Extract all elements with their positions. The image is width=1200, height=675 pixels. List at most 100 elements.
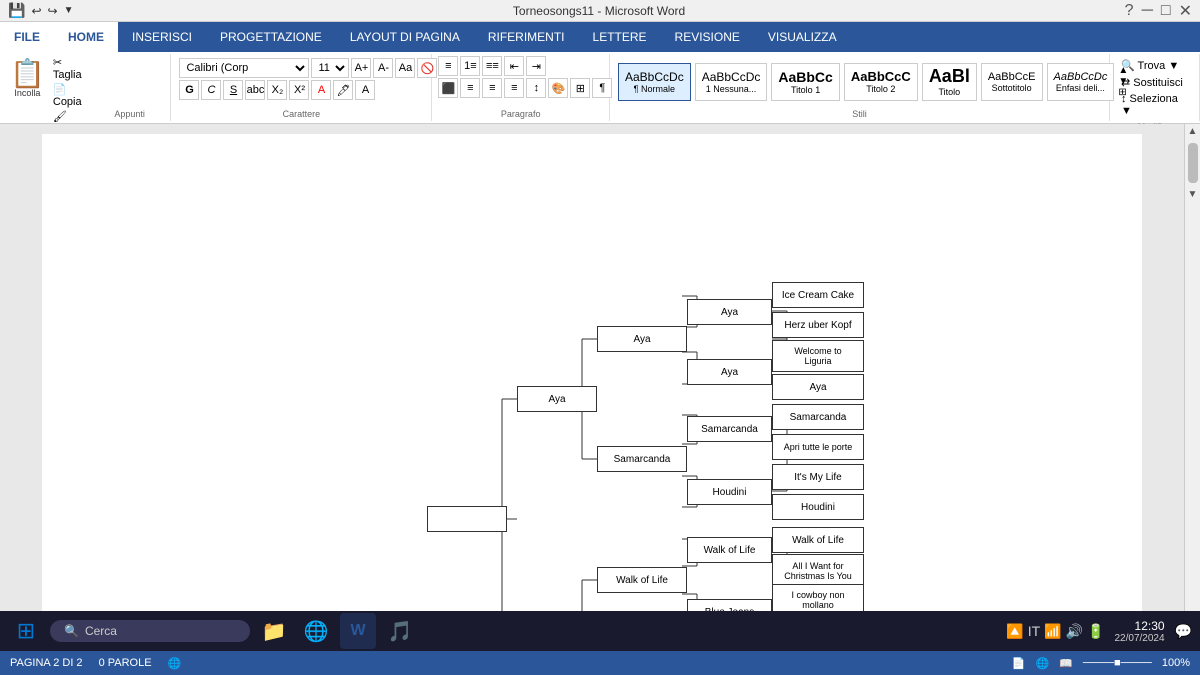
style-normal[interactable]: AaBbCcDc ¶ Normale — [618, 63, 691, 101]
taskbar-search[interactable]: 🔍 Cerca — [50, 620, 250, 642]
song-aya: Aya — [772, 374, 864, 400]
tab-home[interactable]: HOME — [54, 22, 118, 52]
font-size-select[interactable]: 11 — [311, 58, 349, 78]
font-color-button[interactable]: A — [311, 80, 331, 100]
r3-aya-box: Aya — [597, 326, 687, 352]
italic-button[interactable]: C — [201, 80, 221, 100]
modify-tools: 🔍 Trova ▼ ⇄ Sostituisci ↕ Seleziona ▼ — [1116, 56, 1193, 120]
help-icon[interactable]: ? — [1125, 2, 1134, 20]
redo-icon[interactable]: ↪ — [48, 4, 58, 18]
highlight-button[interactable]: 🖊 — [333, 80, 353, 100]
numbering-button[interactable]: 1≡ — [460, 56, 480, 76]
view-web-icon[interactable]: 🌐 — [1035, 657, 1049, 670]
undo-icon[interactable]: ↩ — [31, 4, 41, 18]
close-icon[interactable]: ✕ — [1179, 1, 1192, 21]
ribbon-content: 📋 Incolla ✂ Taglia 📄 Copia 🖌 Copia forma… — [0, 52, 1200, 124]
font-shrink-button[interactable]: A- — [373, 58, 393, 78]
indent-decrease-button[interactable]: ⇤ — [504, 56, 524, 76]
font-color2-button[interactable]: A — [355, 80, 375, 100]
file-explorer-button[interactable]: 📁 — [256, 613, 292, 649]
taskbar: ⊞ 🔍 Cerca 📁 🌐 W 🎵 🔼 IT 📶 🔊 🔋 12:30 22/07… — [0, 611, 1200, 651]
align-right-button[interactable]: ≡ — [482, 78, 502, 98]
minimize-icon[interactable]: ─ — [1142, 2, 1153, 20]
song-icecreamcake: Ice Cream Cake — [772, 282, 864, 308]
clock-date: 22/07/2024 — [1115, 633, 1165, 644]
customize-icon[interactable]: ▼ — [64, 5, 74, 16]
chrome-button[interactable]: 🌐 — [298, 613, 334, 649]
battery-icon[interactable]: 🔋 — [1087, 623, 1104, 640]
font-grow-button[interactable]: A+ — [351, 58, 371, 78]
language-icon[interactable]: 🌐 — [168, 657, 182, 670]
style-sottotitolo[interactable]: AaBbCcE Sottotitolo — [981, 63, 1043, 101]
multilevel-button[interactable]: ≡≡ — [482, 56, 502, 76]
find-button[interactable]: 🔍 Trova ▼ — [1118, 58, 1191, 73]
superscript-button[interactable]: X² — [289, 80, 309, 100]
tab-file[interactable]: FILE — [0, 22, 54, 52]
tab-visualizza[interactable]: VISUALIZZA — [754, 22, 851, 52]
tab-progettazione[interactable]: PROGETTAZIONE — [206, 22, 336, 52]
font-controls: Calibri (Corp 11 A+ A- Aa 🚫 G C S abc X₂ — [177, 56, 439, 102]
language-tray-icon[interactable]: IT — [1028, 623, 1040, 640]
bold-button[interactable]: G — [179, 80, 199, 100]
maximize-icon[interactable]: □ — [1161, 2, 1171, 20]
replace-button[interactable]: ⇄ Sostituisci — [1118, 75, 1191, 90]
scroll-thumb[interactable] — [1188, 143, 1198, 183]
view-read-icon[interactable]: 📖 — [1059, 657, 1073, 670]
style-titolo1[interactable]: AaBbCc Titolo 1 — [771, 63, 839, 101]
word-count: 0 PAROLE — [99, 657, 152, 669]
font-case-button[interactable]: Aa — [395, 58, 415, 78]
clock-time: 12:30 — [1115, 619, 1165, 633]
styles-group: AaBbCcDc ¶ Normale AaBbCcDc 1 Nessuna...… — [610, 54, 1110, 121]
scroll-up-button[interactable]: ▲ — [1186, 124, 1200, 139]
statusbar-left: PAGINA 2 DI 2 0 PAROLE 🌐 — [10, 657, 181, 670]
underline-button[interactable]: S — [223, 80, 243, 100]
bullets-button[interactable]: ≡ — [438, 56, 458, 76]
subscript-button[interactable]: X₂ — [267, 80, 287, 100]
justify-button[interactable]: ≡ — [504, 78, 524, 98]
tray-icon-1[interactable]: 🔼 — [1006, 623, 1023, 640]
view-print-icon[interactable]: 📄 — [1012, 657, 1026, 670]
style-nessuna[interactable]: AaBbCcDc 1 Nessuna... — [695, 63, 768, 101]
tab-revisione[interactable]: REVISIONE — [661, 22, 754, 52]
style-enfasi[interactable]: AaBbCcDc Enfasi deli... — [1047, 63, 1115, 101]
volume-icon[interactable]: 🔊 — [1066, 623, 1083, 640]
align-left-button[interactable]: ⬛ — [438, 78, 458, 98]
border-button[interactable]: ⊞ — [570, 78, 590, 98]
zoom-bar[interactable]: ────■──── — [1083, 657, 1152, 669]
tab-riferimenti[interactable]: RIFERIMENTI — [474, 22, 579, 52]
notification-icon[interactable]: 💬 — [1175, 623, 1192, 640]
clipboard-group: 📋 Incolla ✂ Taglia 📄 Copia 🖌 Copia forma… — [0, 54, 171, 121]
font-top-row: Calibri (Corp 11 A+ A- Aa 🚫 — [179, 58, 437, 78]
document-page[interactable]: Aya Rasputin Aya Samarcanda Walk of Life… — [42, 134, 1142, 634]
style-titolo[interactable]: AaBl Titolo — [922, 63, 977, 101]
shading-button[interactable]: 🎨 — [548, 78, 568, 98]
r2-walk-box: Walk of Life — [687, 537, 772, 563]
select-button[interactable]: ↕ Seleziona ▼ — [1118, 92, 1191, 118]
line-spacing-button[interactable]: ↕ — [526, 78, 546, 98]
align-center-button[interactable]: ≡ — [460, 78, 480, 98]
cut-button[interactable]: ✂ Taglia — [53, 56, 91, 81]
paste-icon[interactable]: 📋 — [10, 60, 45, 88]
r3-samarcanda-box: Samarcanda — [597, 446, 687, 472]
song-alliwant: All I Want forChristmas Is You — [772, 554, 864, 588]
vertical-scrollbar[interactable]: ▲ ▼ — [1184, 124, 1200, 627]
font-name-select[interactable]: Calibri (Corp — [179, 58, 309, 78]
page-count: PAGINA 2 DI 2 — [10, 657, 83, 669]
copy-button[interactable]: 📄 Copia — [53, 83, 91, 108]
font-group: Calibri (Corp 11 A+ A- Aa 🚫 G C S abc X₂ — [171, 54, 432, 121]
start-button[interactable]: ⊞ — [8, 613, 44, 649]
style-titolo2[interactable]: AaBbCcC Titolo 2 — [844, 63, 918, 101]
word-taskbar-button[interactable]: W — [340, 613, 376, 649]
scroll-down-button[interactable]: ▼ — [1186, 187, 1200, 202]
song-walkoflife: Walk of Life — [772, 527, 864, 553]
font-label: Carattere — [177, 107, 425, 119]
network-icon[interactable]: 📶 — [1044, 623, 1061, 640]
strikethrough-button[interactable]: abc — [245, 80, 265, 100]
indent-increase-button[interactable]: ⇥ — [526, 56, 546, 76]
r2-samarcanda-box: Aya — [687, 359, 772, 385]
titlebar-controls: ? ─ □ ✕ — [1125, 1, 1192, 21]
tab-inserisci[interactable]: INSERISCI — [118, 22, 206, 52]
spotify-button[interactable]: 🎵 — [382, 613, 418, 649]
tab-lettere[interactable]: LETTERE — [579, 22, 661, 52]
tab-layout[interactable]: LAYOUT DI PAGINA — [336, 22, 474, 52]
